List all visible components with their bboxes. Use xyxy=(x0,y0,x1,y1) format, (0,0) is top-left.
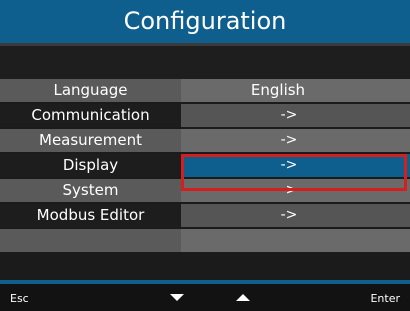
menu-item-label: Measurement xyxy=(0,129,181,152)
softkey-bar: Esc Enter xyxy=(0,284,410,311)
menu-item-label: Display xyxy=(0,154,181,177)
enter-softkey[interactable]: Enter xyxy=(370,292,400,305)
menu-item-label: Language xyxy=(0,79,181,102)
menu-item-value: -> xyxy=(181,129,410,152)
menu-item-communication[interactable]: Communication -> xyxy=(0,104,410,127)
menu-item-label: Communication xyxy=(0,104,181,127)
menu-item-language[interactable]: Language English xyxy=(0,79,410,102)
menu-empty-row xyxy=(0,229,410,252)
empty-cell xyxy=(0,229,181,252)
device-screen: Configuration Language English Communica… xyxy=(0,0,410,311)
triangle-down-icon[interactable] xyxy=(170,294,184,301)
menu-item-measurement[interactable]: Measurement -> xyxy=(0,129,410,152)
selection-highlight xyxy=(181,154,407,191)
menu-item-value: English xyxy=(181,79,410,102)
esc-softkey[interactable]: Esc xyxy=(10,292,29,305)
header-spacer xyxy=(0,46,410,79)
menu-item-modbus-editor[interactable]: Modbus Editor -> xyxy=(0,204,410,227)
menu-item-value: -> xyxy=(181,104,410,127)
menu-item-value: -> xyxy=(181,204,410,227)
menu-item-label: Modbus Editor xyxy=(0,204,181,227)
page-title: Configuration xyxy=(0,0,410,43)
empty-cell xyxy=(181,229,410,252)
menu-item-label: System xyxy=(0,179,181,202)
triangle-up-icon[interactable] xyxy=(236,294,250,301)
